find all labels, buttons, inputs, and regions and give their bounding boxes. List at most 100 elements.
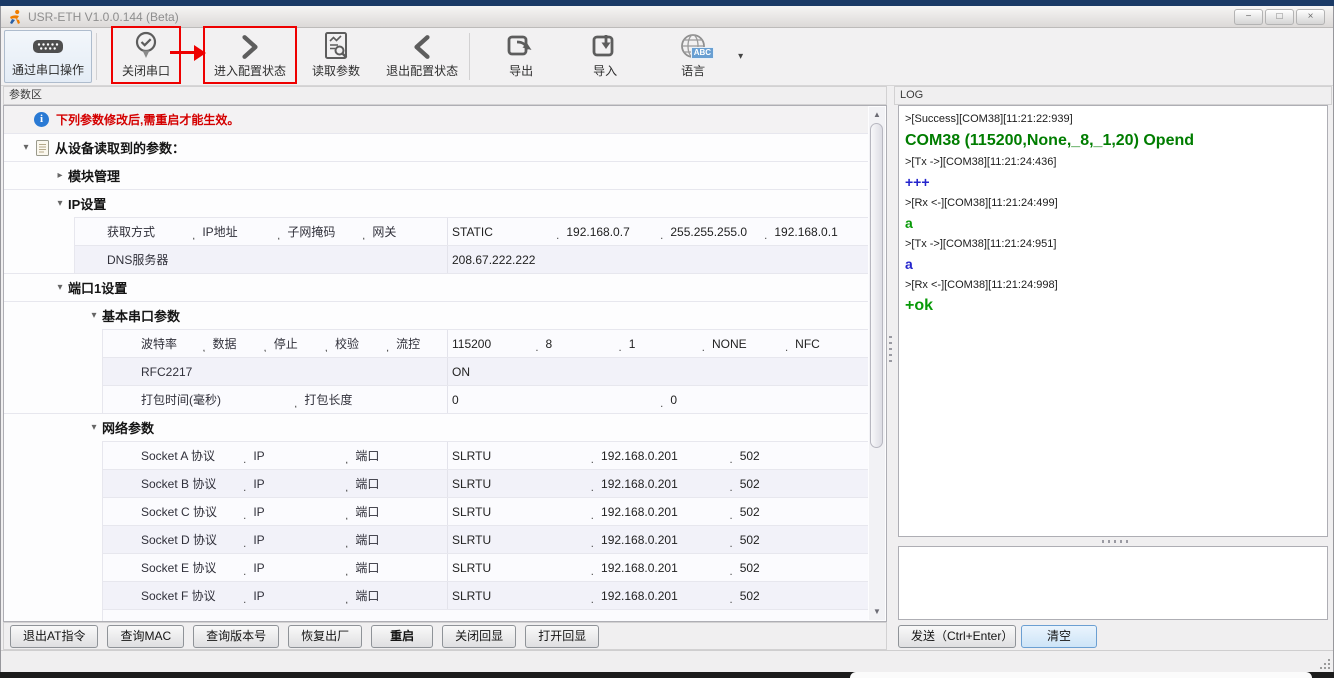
tree-section-row[interactable]: ▾基本串口参数 bbox=[4, 301, 868, 329]
param-row-values[interactable]: SLRTU192.168.0.201502 bbox=[447, 526, 868, 553]
param-row[interactable]: Socket D 协议IP端口SLRTU192.168.0.201502 bbox=[102, 525, 868, 553]
horizontal-splitter[interactable] bbox=[894, 537, 1332, 546]
param-value[interactable]: 1 bbox=[618, 337, 701, 351]
expand-arrow-icon[interactable]: ▾ bbox=[86, 310, 102, 321]
param-row-labels: RFC2217 bbox=[103, 358, 447, 385]
scroll-down-icon[interactable]: ▼ bbox=[869, 604, 885, 620]
toolbar-button-1[interactable]: 通过串口操作 bbox=[4, 30, 92, 83]
param-value[interactable]: 502 bbox=[729, 589, 868, 603]
log-output[interactable]: >[Success][COM38][11:21:22:939]COM38 (11… bbox=[898, 105, 1328, 537]
param-value[interactable]: 0 bbox=[452, 393, 660, 407]
param-value[interactable]: 8 bbox=[535, 337, 618, 351]
footer-button-6[interactable]: 关闭回显 bbox=[442, 625, 516, 648]
param-row[interactable]: RFC2217 ON bbox=[102, 357, 868, 385]
param-row-values[interactable]: SLRTU192.168.0.201502 bbox=[447, 498, 868, 525]
param-value[interactable]: 192.168.0.201 bbox=[591, 477, 730, 491]
param-row[interactable] bbox=[102, 609, 868, 621]
param-row-values[interactable]: 208.67.222.222 bbox=[447, 246, 868, 273]
param-row[interactable]: Socket E 协议IP端口SLRTU192.168.0.201502 bbox=[102, 553, 868, 581]
footer-button-7[interactable]: 打开回显 bbox=[525, 625, 599, 648]
toolbar-button-label: 导入 bbox=[593, 62, 617, 79]
expand-arrow-icon[interactable]: ▾ bbox=[52, 198, 68, 209]
param-value[interactable]: NONE bbox=[702, 337, 785, 351]
param-value[interactable]: 502 bbox=[729, 561, 868, 575]
tree-section-row[interactable]: ▾IP设置 bbox=[4, 189, 868, 217]
param-value[interactable]: 192.168.0.1 bbox=[764, 225, 868, 239]
tree-section-row[interactable]: ▾端口1设置 bbox=[4, 273, 868, 301]
send-button[interactable]: 发送（Ctrl+Enter） bbox=[898, 625, 1016, 648]
param-row[interactable]: Socket F 协议IP端口SLRTU192.168.0.201502 bbox=[102, 581, 868, 609]
param-row-values[interactable]: STATIC192.168.0.7255.255.255.0192.168.0.… bbox=[447, 218, 868, 245]
param-value[interactable]: ON bbox=[452, 365, 868, 379]
expand-arrow-icon[interactable]: ▾ bbox=[18, 142, 34, 153]
param-value[interactable]: 192.168.0.201 bbox=[591, 533, 730, 547]
expand-arrow-icon[interactable]: ▾ bbox=[86, 422, 102, 433]
maximize-button[interactable]: □ bbox=[1265, 9, 1294, 25]
toolbar-button-7[interactable]: 导入 bbox=[574, 30, 636, 83]
tree-root-row[interactable]: ▾从设备读取到的参数： bbox=[4, 133, 868, 161]
param-row-values[interactable]: 00 bbox=[447, 386, 868, 413]
param-row[interactable]: 获取方式IP地址子网掩码网关STATIC192.168.0.7255.255.2… bbox=[74, 217, 868, 245]
param-value[interactable]: 115200 bbox=[452, 337, 535, 351]
param-value[interactable]: STATIC bbox=[452, 225, 556, 239]
param-value[interactable]: SLRTU bbox=[452, 449, 591, 463]
scrollbar-thumb[interactable] bbox=[870, 123, 883, 448]
param-row-values[interactable]: SLRTU192.168.0.201502 bbox=[447, 582, 868, 609]
footer-button-5[interactable]: 重启 bbox=[371, 625, 433, 648]
close-button[interactable]: × bbox=[1296, 9, 1325, 25]
expand-arrow-icon[interactable]: ▸ bbox=[52, 170, 68, 181]
param-value[interactable]: 192.168.0.201 bbox=[591, 449, 730, 463]
param-value[interactable]: 502 bbox=[729, 505, 868, 519]
param-row-values[interactable]: 11520081NONENFC bbox=[447, 330, 868, 357]
param-row-values[interactable] bbox=[447, 610, 868, 621]
param-value[interactable]: 0 bbox=[660, 393, 868, 407]
tree-section-row[interactable]: ▾网络参数 bbox=[4, 413, 868, 441]
param-value[interactable]: 502 bbox=[729, 533, 868, 547]
param-value[interactable]: 502 bbox=[729, 449, 868, 463]
param-value[interactable]: SLRTU bbox=[452, 505, 591, 519]
vertical-splitter[interactable] bbox=[887, 86, 894, 650]
minimize-button[interactable]: − bbox=[1234, 9, 1263, 25]
param-row-values[interactable]: SLRTU192.168.0.201502 bbox=[447, 470, 868, 497]
param-value[interactable]: NFC bbox=[785, 337, 868, 351]
param-label: Socket F 协议 bbox=[141, 587, 243, 604]
param-scrollbar[interactable]: ▲ ▼ bbox=[869, 107, 885, 620]
param-value[interactable]: 192.168.0.201 bbox=[591, 561, 730, 575]
param-row[interactable]: Socket C 协议IP端口SLRTU192.168.0.201502 bbox=[102, 497, 868, 525]
footer-button-3[interactable]: 查询版本号 bbox=[193, 625, 279, 648]
param-value[interactable]: SLRTU bbox=[452, 589, 591, 603]
toolbar-button-5[interactable]: 退出配置状态 bbox=[379, 30, 465, 83]
param-row-values[interactable]: SLRTU192.168.0.201502 bbox=[447, 442, 868, 469]
param-row[interactable]: 波特率数据停止校验流控11520081NONENFC bbox=[102, 329, 868, 357]
toolbar-overflow-icon[interactable]: ▾ bbox=[738, 51, 743, 62]
footer-button-4[interactable]: 恢复出厂 bbox=[288, 625, 362, 648]
footer-button-2[interactable]: 查询MAC bbox=[107, 625, 184, 648]
scroll-up-icon[interactable]: ▲ bbox=[869, 107, 885, 123]
param-value[interactable]: 208.67.222.222 bbox=[452, 253, 868, 267]
param-value[interactable]: SLRTU bbox=[452, 533, 591, 547]
param-row-values[interactable]: ON bbox=[447, 358, 868, 385]
param-value[interactable]: 192.168.0.201 bbox=[591, 589, 730, 603]
toolbar-button-3[interactable]: 进入配置状态 bbox=[207, 30, 293, 83]
param-row[interactable]: Socket A 协议IP端口SLRTU192.168.0.201502 bbox=[102, 441, 868, 469]
param-value[interactable]: 192.168.0.7 bbox=[556, 225, 660, 239]
toolbar-button-8[interactable]: ABC语言 bbox=[662, 30, 724, 83]
resize-grip-icon[interactable] bbox=[1320, 659, 1330, 669]
footer-button-1[interactable]: 退出AT指令 bbox=[10, 625, 98, 648]
param-value[interactable]: SLRTU bbox=[452, 561, 591, 575]
toolbar-button-4[interactable]: 读取参数 bbox=[305, 30, 367, 83]
tree-section-row[interactable]: ▸模块管理 bbox=[4, 161, 868, 189]
toolbar-button-6[interactable]: 导出 bbox=[490, 30, 552, 83]
param-row-values[interactable]: SLRTU192.168.0.201502 bbox=[447, 554, 868, 581]
expand-arrow-icon[interactable]: ▾ bbox=[52, 282, 68, 293]
param-row[interactable]: DNS服务器208.67.222.222 bbox=[74, 245, 868, 273]
param-value[interactable]: 192.168.0.201 bbox=[591, 505, 730, 519]
toolbar-button-2[interactable]: 关闭串口 bbox=[115, 30, 177, 83]
param-row[interactable]: 打包时间(毫秒)打包长度00 bbox=[102, 385, 868, 413]
param-value[interactable]: 502 bbox=[729, 477, 868, 491]
send-input[interactable] bbox=[898, 546, 1328, 620]
param-value[interactable]: 255.255.255.0 bbox=[660, 225, 764, 239]
param-row[interactable]: Socket B 协议IP端口SLRTU192.168.0.201502 bbox=[102, 469, 868, 497]
clear-button[interactable]: 清空 bbox=[1021, 625, 1097, 648]
param-value[interactable]: SLRTU bbox=[452, 477, 591, 491]
